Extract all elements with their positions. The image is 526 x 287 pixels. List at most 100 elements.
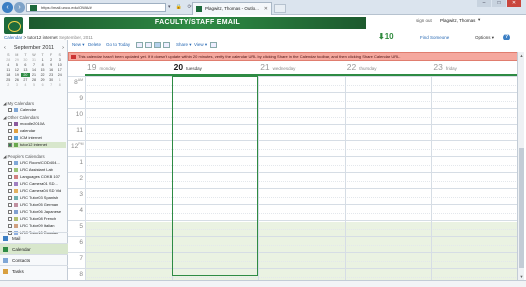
day-header-monday[interactable]: 19 monday <box>87 62 115 74</box>
calendar-checkbox[interactable] <box>8 160 12 165</box>
calendar-checkbox[interactable] <box>8 202 12 207</box>
mini-calendar-day[interactable]: 12 <box>13 68 22 72</box>
mini-calendar-day[interactable]: 3 <box>55 58 64 62</box>
new-button[interactable]: New ▾ <box>72 40 85 50</box>
day-header-thursday[interactable]: 22 thursday <box>347 62 377 74</box>
mini-calendar-day[interactable]: 29 <box>13 58 22 62</box>
mini-calendar-day[interactable]: 25 <box>4 78 13 82</box>
mini-calendar-day[interactable]: 9 <box>47 63 56 67</box>
mini-calendar-day[interactable]: 28 <box>4 58 13 62</box>
day-header-tuesday[interactable]: 20 tuesday <box>174 62 202 74</box>
tab-close-icon[interactable]: ✕ <box>264 3 268 15</box>
scroll-down-icon[interactable]: ▼ <box>519 274 524 279</box>
mini-calendar-day[interactable]: 30 <box>47 78 56 82</box>
calendar-checkbox[interactable] <box>8 135 12 140</box>
hour-row[interactable]: 8 <box>68 268 518 280</box>
mini-calendar-prev-icon[interactable]: ‹ <box>4 45 6 53</box>
nav-item-contacts[interactable]: Contacts <box>0 254 68 265</box>
mini-calendar-day[interactable]: 11 <box>4 68 13 72</box>
forward-button[interactable]: › <box>14 2 25 13</box>
minimize-button[interactable]: – <box>477 0 491 7</box>
mini-calendar-day[interactable]: 18 <box>4 73 13 77</box>
calendar-list-item[interactable]: ICM internet <box>8 135 66 141</box>
calendar-list-item[interactable]: LRC Assistant Lab <box>8 167 66 173</box>
mini-calendar-day[interactable]: 2 <box>47 58 56 62</box>
mini-calendar-day[interactable]: 29 <box>38 78 47 82</box>
week-grid[interactable]: 8AM 9 10 11 12PM 1 2 3 4 5 6 7 8 <box>68 76 518 280</box>
mini-calendar-next-icon[interactable]: › <box>62 45 64 53</box>
nav-item-tasks[interactable]: Tasks <box>0 265 68 276</box>
calendar-checkbox[interactable] <box>8 223 12 228</box>
day-view-icon[interactable] <box>136 42 143 48</box>
close-window-button[interactable]: ✕ <box>507 0 521 7</box>
mini-calendar-day[interactable]: 28 <box>30 78 39 82</box>
hour-row[interactable]: 11 <box>68 124 518 140</box>
calendar-list-item[interactable]: LRC Tutor06 Japanese <box>8 209 66 215</box>
mini-calendar-day[interactable]: 10 <box>55 63 64 67</box>
calendar-checkbox[interactable] <box>8 216 12 221</box>
hour-row[interactable]: 6 <box>68 236 518 252</box>
mini-calendar-day[interactable]: 4 <box>4 63 13 67</box>
view-button[interactable]: View ▾ <box>194 40 207 50</box>
mini-calendar-day[interactable]: 5 <box>13 63 22 67</box>
mini-calendar-day[interactable]: 22 <box>38 73 47 77</box>
day-header-wednesday[interactable]: 21 wednesday <box>260 62 295 74</box>
hour-row[interactable]: 3 <box>68 188 518 204</box>
sign-out-link[interactable]: sign out <box>416 18 432 23</box>
scroll-up-icon[interactable]: ▲ <box>519 53 524 58</box>
calendar-checkbox[interactable] <box>8 174 12 179</box>
mini-calendar-day[interactable]: 23 <box>47 73 56 77</box>
calendar-checkbox[interactable] <box>8 107 12 112</box>
calendar-checkbox[interactable] <box>8 121 12 126</box>
mini-calendar-day[interactable]: 7 <box>47 83 56 87</box>
mini-calendar-day[interactable]: 6 <box>38 83 47 87</box>
hour-row[interactable]: 9 <box>68 92 518 108</box>
nav-item-calendar[interactable]: Calendar <box>0 243 68 254</box>
hour-row[interactable]: 7 <box>68 252 518 268</box>
user-menu-caret-icon[interactable]: ▾ <box>478 17 480 23</box>
maximize-button[interactable]: □ <box>492 0 506 7</box>
calendar-list-item[interactable]: LRC Room/COD404... <box>8 160 66 166</box>
calendar-list-item[interactable]: calendar <box>8 128 66 134</box>
calendar-checkbox[interactable] <box>8 128 12 133</box>
go-to-today-button[interactable]: Go to Today <box>106 40 130 50</box>
calendar-checkbox[interactable] <box>8 195 12 200</box>
mini-calendar-day[interactable]: 13 <box>21 68 30 72</box>
mini-calendar-day[interactable]: 30 <box>21 58 30 62</box>
calendar-list-item[interactable]: LRC Camera04 SD Vid <box>8 188 66 194</box>
week-view-icon[interactable] <box>154 42 161 48</box>
mini-calendar-day[interactable]: 1 <box>38 58 47 62</box>
mini-calendar-day[interactable]: 8 <box>38 63 47 67</box>
workweek-view-icon[interactable] <box>145 42 152 48</box>
browser-tab[interactable]: Plagwitz, Thomas - Outlo... ✕ <box>192 2 272 15</box>
mini-calendar-day[interactable]: 19 <box>13 73 22 77</box>
calendar-checkbox[interactable] <box>8 167 12 172</box>
mini-calendar-day[interactable]: 14 <box>30 68 39 72</box>
mini-calendar-day[interactable]: 2 <box>4 83 13 87</box>
new-tab-button[interactable] <box>274 4 286 13</box>
hour-row[interactable]: 4 <box>68 204 518 220</box>
mini-calendar-day[interactable]: 8 <box>55 83 64 87</box>
scroll-thumb[interactable] <box>519 148 524 268</box>
hour-row[interactable]: 2 <box>68 172 518 188</box>
calendar-checkbox[interactable] <box>8 142 12 147</box>
mini-calendar-day[interactable]: 5 <box>30 83 39 87</box>
calendar-list-item[interactable]: moodle2010A <box>8 121 66 127</box>
mini-calendar-day[interactable]: 24 <box>55 73 64 77</box>
hour-row[interactable]: 8AM <box>68 76 518 92</box>
calendar-checkbox[interactable] <box>8 188 12 193</box>
hour-row[interactable]: 5 <box>68 220 518 236</box>
mini-calendar-day[interactable]: 31 <box>30 58 39 62</box>
calendar-list-item[interactable]: Languages COKB 107 <box>8 174 66 180</box>
user-name[interactable]: Plagwitz, Thomas <box>440 18 475 23</box>
calendar-checkbox[interactable] <box>8 209 12 214</box>
day-header-friday[interactable]: 23 friday <box>433 62 456 74</box>
calendar-checkbox[interactable] <box>8 181 12 186</box>
mini-calendar-day[interactable]: 4 <box>21 83 30 87</box>
hour-row[interactable]: 1 <box>68 156 518 172</box>
address-bar[interactable]: https://mail.unco.edu/OWA/# <box>26 3 166 12</box>
share-button[interactable]: Share ▾ <box>176 40 192 50</box>
print-icon[interactable] <box>210 42 217 48</box>
calendar-list-item[interactable]: LRC Camera01 SD... <box>8 181 66 187</box>
calendar-list-item[interactable]: LRC Tutor03 Spanish <box>8 195 66 201</box>
